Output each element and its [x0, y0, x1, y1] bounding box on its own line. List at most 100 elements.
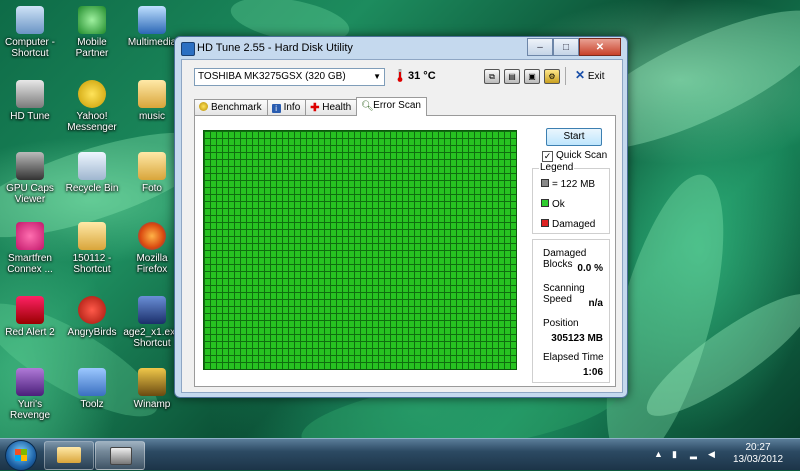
mobile-partner-icon	[78, 6, 106, 34]
thermometer-icon	[397, 69, 403, 82]
error-scan-panel: Start ✓ Quick Scan Legend = 122 MB Ok Dam…	[194, 115, 616, 387]
folder-icon	[138, 80, 166, 108]
start-button[interactable]: Start	[546, 128, 602, 146]
elapsed-time-value: 1:06	[582, 367, 603, 378]
toolbar-separator	[565, 67, 566, 85]
desktop-icon-hd-tune[interactable]: HD Tune	[0, 80, 60, 122]
clock-date: 13/03/2012	[732, 454, 784, 465]
drive-select[interactable]: TOSHIBA MK3275GSX (320 GB) ▼	[194, 68, 385, 86]
computer-icon	[16, 6, 44, 34]
tab-benchmark[interactable]: Benchmark	[194, 99, 268, 116]
position-value: 305123 MB	[551, 333, 603, 344]
tab-error-scan[interactable]: 🔍︎Error Scan	[356, 97, 427, 116]
angry-birds-icon	[78, 296, 106, 324]
tab-bar: Benchmark i Info ✚ Health 🔍︎Error Scan	[194, 97, 427, 116]
temperature-value: 31 °C	[408, 70, 436, 82]
title-bar[interactable]: HD Tune 2.55 - Hard Disk Utility – □ ✕	[175, 37, 627, 59]
desktop-icon-yahoo[interactable]: Yahoo! Messenger	[62, 80, 122, 133]
legend-group: Legend = 122 MB Ok Damaged	[532, 162, 610, 234]
age-of-empires-icon	[138, 296, 166, 324]
hd-tune-window[interactable]: HD Tune 2.55 - Hard Disk Utility – □ ✕ T…	[174, 36, 628, 398]
window-client: TOSHIBA MK3275GSX (320 GB) ▼ 31 °C ⧉ ▤ ▣…	[181, 59, 623, 393]
desktop-icon-multimedia[interactable]: Multimedia	[122, 6, 182, 48]
desktop-icon-toolz[interactable]: Toolz	[62, 368, 122, 410]
magnifier-icon: 🔍︎	[361, 101, 374, 112]
monitor-icon	[138, 6, 166, 34]
hard-disk-icon	[110, 447, 132, 465]
copy-info-icon[interactable]: ▤	[504, 69, 520, 84]
window-title: HD Tune 2.55 - Hard Disk Utility	[197, 42, 353, 54]
desktop-icon-firefox[interactable]: Mozilla Firefox	[122, 222, 182, 275]
copy-icon[interactable]: ⧉	[484, 69, 500, 84]
legend-swatch-green	[541, 199, 549, 207]
gpu-icon	[16, 152, 44, 180]
firefox-icon	[138, 222, 166, 250]
info-icon: i	[271, 104, 281, 113]
desktop-icon-winamp[interactable]: Winamp	[122, 368, 182, 410]
legend-item-block-size: = 122 MB	[541, 179, 595, 190]
health-cross-icon: ✚	[310, 102, 320, 114]
exit-button[interactable]: ✕ Exit	[575, 68, 605, 82]
legend-item-ok: Ok	[541, 199, 565, 210]
tab-health[interactable]: ✚ Health	[305, 99, 358, 116]
desktop-icon-age2[interactable]: age2_x1.exe Shortcut	[122, 296, 182, 349]
clock[interactable]: 20:27 13/03/2012	[728, 442, 788, 466]
network-icon[interactable]: ▮	[672, 449, 682, 459]
yuris-revenge-icon	[16, 368, 44, 396]
folder-icon	[138, 152, 166, 180]
volume-icon[interactable]: ◀	[708, 449, 718, 459]
recycle-bin-icon	[78, 152, 106, 180]
legend-title: Legend	[539, 162, 575, 173]
app-icon	[181, 42, 195, 56]
chevron-up-icon[interactable]: ▲	[654, 449, 664, 459]
desktop-icon-yuris-revenge[interactable]: Yuri's Revenge	[0, 368, 60, 421]
toolz-icon	[78, 368, 106, 396]
yahoo-messenger-icon	[78, 80, 106, 108]
save-icon[interactable]: ▣	[524, 69, 540, 84]
damaged-blocks-value: 0.0 %	[577, 263, 603, 274]
desktop-icon-angry-birds[interactable]: AngryBirds	[62, 296, 122, 338]
desktop-icon-gpu-caps[interactable]: GPU Caps Viewer	[0, 152, 60, 205]
position-label: Position	[543, 318, 579, 329]
scan-block-grid	[203, 130, 517, 370]
taskbar: ▲ ▮ ▂ ◀ 20:27 13/03/2012	[0, 438, 800, 471]
maximize-button[interactable]: □	[553, 38, 579, 56]
signal-icon[interactable]: ▂	[690, 449, 700, 459]
folder-icon	[78, 222, 106, 250]
red-alert-icon	[16, 296, 44, 324]
minimize-button[interactable]: –	[527, 38, 553, 56]
exit-label: Exit	[587, 71, 605, 82]
checkbox-check-icon: ✓	[542, 151, 553, 162]
legend-swatch-red	[541, 219, 549, 227]
legend-item-damaged: Damaged	[541, 219, 595, 230]
close-icon: ✕	[575, 68, 586, 82]
folder-icon	[57, 447, 81, 463]
chevron-down-icon: ▼	[373, 72, 381, 81]
desktop-icon-foto[interactable]: Foto	[122, 152, 182, 194]
tab-info[interactable]: i Info	[266, 99, 307, 116]
lightbulb-icon	[199, 102, 208, 111]
taskbar-explorer-button[interactable]	[44, 441, 94, 470]
drive-select-value: TOSHIBA MK3275GSX (320 GB)	[198, 71, 346, 82]
clock-time: 20:27	[745, 442, 771, 453]
legend-swatch-gray	[541, 179, 549, 187]
desktop-icon-smartfren[interactable]: Smartfren Connex ...	[0, 222, 60, 275]
scan-stats-group: Damaged Blocks 0.0 % Scanning Speed n/a …	[532, 239, 610, 383]
desktop-icon-mobile-partner[interactable]: Mobile Partner	[62, 6, 122, 59]
options-icon[interactable]: ⚙	[544, 69, 560, 84]
desktop-icon-recycle-bin[interactable]: Recycle Bin	[62, 152, 122, 194]
desktop-icon-red-alert[interactable]: Red Alert 2	[0, 296, 60, 338]
elapsed-time-label: Elapsed Time	[543, 352, 604, 363]
hard-disk-icon	[16, 80, 44, 108]
scanning-speed-value: n/a	[588, 298, 603, 309]
taskbar-hd-tune-button[interactable]	[95, 441, 145, 470]
desktop-icon-computer[interactable]: Computer - Shortcut	[0, 6, 60, 59]
close-button[interactable]: ✕	[579, 38, 621, 56]
windows-logo-icon	[15, 449, 27, 461]
start-orb-button[interactable]	[5, 440, 37, 471]
desktop-icon-150112[interactable]: 150112 - Shortcut	[62, 222, 122, 275]
quick-scan-checkbox[interactable]: ✓ Quick Scan	[542, 150, 607, 162]
smartfren-icon	[16, 222, 44, 250]
desktop-icon-music[interactable]: music	[122, 80, 182, 122]
winamp-icon	[138, 368, 166, 396]
